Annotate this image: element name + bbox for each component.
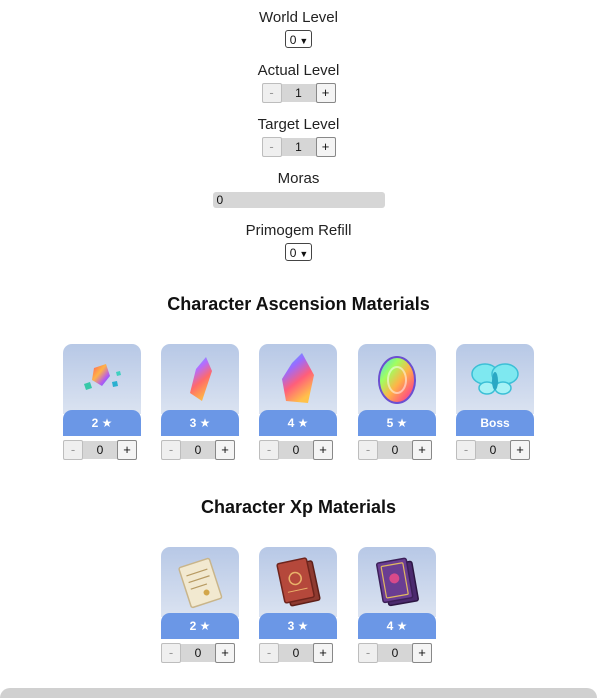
xp-book-red-icon <box>259 547 337 617</box>
ascension-card-label: 5 ★ <box>358 410 436 436</box>
actual-level-label: Actual Level <box>257 62 340 79</box>
decrement-button[interactable]: - <box>358 643 378 663</box>
moras-input[interactable]: 0 <box>212 192 385 208</box>
bottom-panel-edge <box>0 688 597 698</box>
actual-level-stepper: - 1 + <box>261 83 336 103</box>
ascension-4star-stepper: - 0 + <box>259 440 333 460</box>
xp-card-2star: 2 ★ - 0 + <box>161 547 239 663</box>
quantity-input[interactable]: 0 <box>378 441 412 459</box>
ascension-2star-stepper: - 0 + <box>63 440 137 460</box>
world-level-value: 0 <box>289 33 297 47</box>
world-level-field: World Level 0 ▼ <box>0 9 597 48</box>
actual-level-decrement-button[interactable]: - <box>261 83 282 103</box>
moras-label: Moras <box>277 170 320 187</box>
increment-button[interactable]: + <box>215 440 235 460</box>
xp-4star-stepper: - 0 + <box>358 643 432 663</box>
chevron-down-icon: ▼ <box>299 36 309 46</box>
quantity-input[interactable]: 0 <box>181 644 215 662</box>
target-level-label: Target Level <box>257 116 340 133</box>
ascension-5star-stepper: - 0 + <box>358 440 432 460</box>
decrement-button[interactable]: - <box>259 643 279 663</box>
gem-shard-icon <box>161 344 239 414</box>
target-level-increment-button[interactable]: + <box>315 137 336 157</box>
primogem-refill-select[interactable]: 0 ▼ <box>284 243 313 261</box>
increment-button[interactable]: + <box>313 643 333 663</box>
increment-button[interactable]: + <box>510 440 530 460</box>
xp-card-3star: 3 ★ - 0 + <box>259 547 337 663</box>
gem-gemstone-icon <box>358 344 436 414</box>
ascension-card-label: 4 ★ <box>259 410 337 436</box>
ascension-card-3star: 3 ★ - 0 + <box>161 344 239 460</box>
target-level-decrement-button[interactable]: - <box>261 137 282 157</box>
xp-3star-stepper: - 0 + <box>259 643 333 663</box>
boss-material-icon <box>456 344 534 414</box>
target-level-input[interactable]: 1 <box>281 138 316 156</box>
actual-level-input[interactable]: 1 <box>281 84 316 102</box>
xp-book-purple-icon <box>358 547 436 617</box>
ascension-card-4star: 4 ★ - 0 + <box>259 344 337 460</box>
decrement-button[interactable]: - <box>63 440 83 460</box>
world-level-select[interactable]: 0 ▼ <box>284 30 313 48</box>
ascension-card-5star: 5 ★ - 0 + <box>358 344 436 460</box>
target-level-field: Target Level - 1 + <box>0 116 597 157</box>
actual-level-field: Actual Level - 1 + <box>0 62 597 103</box>
ascension-boss-stepper: - 0 + <box>456 440 530 460</box>
primogem-refill-field: Primogem Refill 0 ▼ <box>0 222 597 261</box>
primogem-refill-label: Primogem Refill <box>245 222 352 239</box>
decrement-button[interactable]: - <box>259 440 279 460</box>
gem-chunk-icon <box>259 344 337 414</box>
chevron-down-icon: ▼ <box>299 249 309 259</box>
ascension-card-boss: Boss - 0 + <box>456 344 534 460</box>
quantity-input[interactable]: 0 <box>279 441 313 459</box>
quantity-input[interactable]: 0 <box>279 644 313 662</box>
xp-card-label: 4 ★ <box>358 613 436 639</box>
ascension-section-title: Character Ascension Materials <box>167 294 430 314</box>
gem-fragments-icon <box>63 344 141 414</box>
decrement-button[interactable]: - <box>456 440 476 460</box>
increment-button[interactable]: + <box>313 440 333 460</box>
target-level-stepper: - 1 + <box>261 137 336 157</box>
increment-button[interactable]: + <box>117 440 137 460</box>
xp-section-title: Character Xp Materials <box>200 497 397 517</box>
ascension-card-label: 2 ★ <box>63 410 141 436</box>
xp-card-label: 2 ★ <box>161 613 239 639</box>
decrement-button[interactable]: - <box>358 440 378 460</box>
ascension-card-label: 3 ★ <box>161 410 239 436</box>
xp-card-4star: 4 ★ - 0 + <box>358 547 436 663</box>
xp-book-scroll-icon <box>161 547 239 617</box>
ascension-3star-stepper: - 0 + <box>161 440 235 460</box>
xp-2star-stepper: - 0 + <box>161 643 235 663</box>
quantity-input[interactable]: 0 <box>476 441 510 459</box>
quantity-input[interactable]: 0 <box>83 441 117 459</box>
ascension-card-2star: 2 ★ - 0 + <box>63 344 141 460</box>
ascension-card-label: Boss <box>456 410 534 436</box>
increment-button[interactable]: + <box>412 440 432 460</box>
actual-level-increment-button[interactable]: + <box>315 83 336 103</box>
decrement-button[interactable]: - <box>161 440 181 460</box>
increment-button[interactable]: + <box>412 643 432 663</box>
decrement-button[interactable]: - <box>161 643 181 663</box>
primogem-refill-value: 0 <box>289 246 297 260</box>
world-level-label: World Level <box>259 9 338 26</box>
increment-button[interactable]: + <box>215 643 235 663</box>
quantity-input[interactable]: 0 <box>378 644 412 662</box>
quantity-input[interactable]: 0 <box>181 441 215 459</box>
xp-card-label: 3 ★ <box>259 613 337 639</box>
moras-field: Moras 0 <box>0 170 597 209</box>
